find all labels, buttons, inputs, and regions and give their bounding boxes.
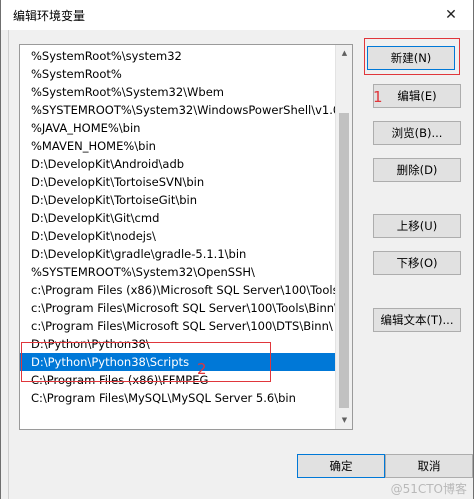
- list-item[interactable]: %SystemRoot%\system32: [20, 47, 336, 65]
- list-item[interactable]: %MAVEN_HOME%\bin: [20, 137, 336, 155]
- annotation-marker-2: 2: [197, 360, 207, 378]
- list-item[interactable]: D:\DevelopKit\TortoiseGit\bin: [20, 191, 336, 209]
- list-item[interactable]: c:\Program Files\Microsoft SQL Server\10…: [20, 299, 338, 317]
- list-item[interactable]: %JAVA_HOME%\bin: [20, 119, 336, 137]
- list-item[interactable]: D:\DevelopKit\Android\adb: [20, 155, 336, 173]
- list-item[interactable]: C:\Program Files (x86)\FFMPEG: [20, 371, 336, 389]
- close-button[interactable]: ✕: [429, 0, 473, 30]
- list-item[interactable]: %SYSTEMROOT%\System32\OpenSSH\: [20, 263, 336, 281]
- vertical-scrollbar[interactable]: ▲ ▼: [335, 45, 352, 429]
- scroll-down-arrow-icon[interactable]: ▼: [336, 412, 352, 429]
- new-button[interactable]: 新建(N): [367, 46, 455, 70]
- annotation-marker-1: 1: [373, 88, 383, 106]
- edit-env-variable-dialog: 编辑环境变量 ✕ %SystemRoot%\system32 %SystemRo…: [0, 0, 474, 499]
- title-bar: 编辑环境变量 ✕: [1, 0, 473, 30]
- move-down-button[interactable]: 下移(O): [373, 251, 461, 275]
- scrollbar-thumb[interactable]: [339, 113, 349, 408]
- close-icon: ✕: [445, 7, 457, 23]
- dialog-title: 编辑环境变量: [13, 9, 86, 23]
- ok-button[interactable]: 确定: [297, 454, 385, 478]
- edit-button[interactable]: 编辑(E): [373, 84, 461, 108]
- delete-button[interactable]: 删除(D): [373, 158, 461, 182]
- list-item[interactable]: D:\DevelopKit\gradle\gradle-5.1.1\bin: [20, 245, 336, 263]
- list-item[interactable]: %SystemRoot%\System32\Wbem: [20, 83, 336, 101]
- list-item[interactable]: D:\DevelopKit\TortoiseSVN\bin: [20, 173, 336, 191]
- list-item[interactable]: c:\Program Files\Microsoft SQL Server\10…: [20, 317, 336, 335]
- list-item[interactable]: D:\DevelopKit\nodejs\: [20, 227, 336, 245]
- background-window-edge: [1, 30, 9, 499]
- list-item-selected[interactable]: D:\Python\Python38\Scripts: [20, 353, 336, 371]
- list-item[interactable]: %SYSTEMROOT%\System32\WindowsPowerShell\…: [20, 101, 344, 119]
- list-item[interactable]: D:\DevelopKit\Git\cmd: [20, 209, 336, 227]
- list-item[interactable]: D:\Python\Python38\: [20, 335, 336, 353]
- list-item[interactable]: c:\Program Files (x86)\Microsoft SQL Ser…: [20, 281, 352, 299]
- list-item[interactable]: C:\Program Files\MySQL\MySQL Server 5.6\…: [20, 389, 336, 407]
- watermark: @51CTO博客: [390, 482, 467, 496]
- list-item[interactable]: %SystemRoot%: [20, 65, 336, 83]
- edit-text-button[interactable]: 编辑文本(T)...: [373, 308, 461, 332]
- move-up-button[interactable]: 上移(U): [373, 214, 461, 238]
- path-list[interactable]: %SystemRoot%\system32 %SystemRoot% %Syst…: [19, 44, 353, 430]
- browse-button[interactable]: 浏览(B)...: [373, 121, 461, 145]
- cancel-button[interactable]: 取消: [385, 454, 473, 478]
- scroll-up-arrow-icon[interactable]: ▲: [336, 45, 352, 62]
